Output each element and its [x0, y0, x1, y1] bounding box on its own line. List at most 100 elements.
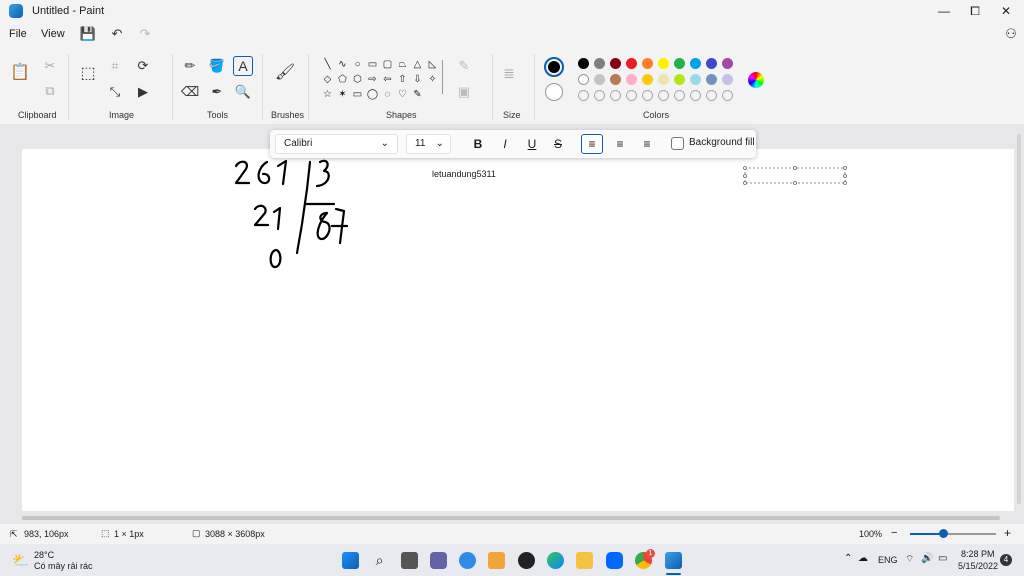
- shape-item[interactable]: ╲: [320, 57, 335, 71]
- underline-button[interactable]: U: [521, 134, 543, 154]
- color-swatch[interactable]: [674, 58, 685, 69]
- color-swatch[interactable]: [706, 74, 717, 85]
- align-right-button[interactable]: ≡: [636, 134, 658, 154]
- shape-item[interactable]: ☆: [320, 87, 335, 101]
- color-swatch[interactable]: [578, 58, 589, 69]
- shape-item[interactable]: ⬡: [350, 72, 365, 86]
- paint-taskbar-icon[interactable]: [665, 552, 682, 569]
- shape-item[interactable]: ∿: [335, 57, 350, 71]
- canvas-area[interactable]: letuandung5311: [0, 124, 1024, 524]
- custom-color-slot[interactable]: [578, 90, 589, 101]
- language-indicator[interactable]: ENG: [878, 555, 898, 565]
- resize-icon[interactable]: ⤡: [106, 83, 124, 101]
- chat-icon[interactable]: [430, 552, 447, 569]
- color-picker-icon[interactable]: ✒: [208, 83, 226, 101]
- zoom-in-icon[interactable]: +: [1004, 526, 1011, 540]
- custom-color-slot[interactable]: [658, 90, 669, 101]
- custom-color-slot[interactable]: [722, 90, 733, 101]
- crop-icon[interactable]: ⌗: [106, 57, 124, 75]
- cloud-icon[interactable]: ☁: [858, 553, 868, 564]
- edit-colors-icon[interactable]: [748, 72, 764, 88]
- shape-item[interactable]: ✎: [410, 87, 425, 101]
- brush-icon[interactable]: 🖌: [275, 63, 295, 81]
- shape-fill-icon[interactable]: ▣: [455, 83, 473, 101]
- shape-item[interactable]: ⇧: [395, 72, 410, 86]
- color-swatch[interactable]: [722, 58, 733, 69]
- color-swatch[interactable]: [594, 58, 605, 69]
- shape-item[interactable]: ⇩: [410, 72, 425, 86]
- drawing-canvas[interactable]: letuandung5311: [22, 149, 1014, 511]
- shape-item[interactable]: ✧: [425, 72, 440, 86]
- shape-item[interactable]: ◇: [320, 72, 335, 86]
- shape-item[interactable]: ○: [350, 57, 365, 71]
- eraser-icon[interactable]: ⌫: [181, 83, 199, 101]
- rotate-icon[interactable]: ⟳: [134, 57, 152, 75]
- shape-item[interactable]: ◌: [380, 87, 395, 101]
- zoom-slider-thumb[interactable]: [939, 529, 948, 538]
- zalo-icon[interactable]: [606, 552, 623, 569]
- color-swatch[interactable]: [690, 58, 701, 69]
- weather-icon[interactable]: ⛅: [12, 552, 29, 569]
- shape-item[interactable]: ▭: [350, 87, 365, 101]
- color-swatch[interactable]: [626, 58, 637, 69]
- shape-item[interactable]: ⬠: [335, 72, 350, 86]
- color-swatch[interactable]: [658, 74, 669, 85]
- shape-item[interactable]: ◺: [425, 57, 440, 71]
- align-center-button[interactable]: ≡: [609, 134, 631, 154]
- color-swatch[interactable]: [658, 58, 669, 69]
- flip-icon[interactable]: ▶: [134, 83, 152, 101]
- undo-icon[interactable]: ↶: [108, 25, 126, 43]
- color-swatch[interactable]: [610, 58, 621, 69]
- color-swatch[interactable]: [642, 74, 653, 85]
- shape-item[interactable]: △: [410, 57, 425, 71]
- app-icon[interactable]: [518, 552, 535, 569]
- chevron-up-icon[interactable]: ⌃: [844, 553, 852, 564]
- color-swatch[interactable]: [722, 74, 733, 85]
- shape-item[interactable]: ◯: [365, 87, 380, 101]
- align-left-button[interactable]: ≡: [581, 134, 603, 154]
- zoom-out-icon[interactable]: −: [891, 527, 897, 539]
- custom-color-slot[interactable]: [594, 90, 605, 101]
- italic-button[interactable]: I: [494, 134, 516, 154]
- custom-color-slot[interactable]: [642, 90, 653, 101]
- wifi-icon[interactable]: ⌔: [905, 553, 914, 566]
- vertical-scrollbar[interactable]: [1017, 134, 1021, 504]
- notification-badge[interactable]: 4: [1000, 554, 1012, 566]
- color-swatch[interactable]: [690, 74, 701, 85]
- clock-date[interactable]: 5/15/2022: [958, 561, 998, 571]
- text-tool-icon[interactable]: A: [233, 56, 253, 76]
- shape-item[interactable]: ⇨: [365, 72, 380, 86]
- color-swatch[interactable]: [626, 74, 637, 85]
- maximize-button[interactable]: ⧠: [961, 2, 989, 20]
- shape-item[interactable]: ▢: [380, 57, 395, 71]
- font-size-select[interactable]: 11 ⌄: [406, 134, 451, 154]
- shape-item[interactable]: ▭: [365, 57, 380, 71]
- outline-icon[interactable]: ✎: [455, 57, 473, 75]
- custom-color-slot[interactable]: [626, 90, 637, 101]
- color-swatch[interactable]: [610, 74, 621, 85]
- paste-icon[interactable]: 📋: [10, 63, 30, 81]
- clock-time[interactable]: 8:28 PM: [961, 549, 995, 559]
- volume-icon[interactable]: 🔊: [921, 553, 933, 564]
- color-swatch[interactable]: [594, 74, 605, 85]
- close-button[interactable]: ✕: [992, 2, 1020, 20]
- save-icon[interactable]: 💾: [79, 25, 97, 43]
- battery-icon[interactable]: ▭: [938, 553, 947, 564]
- color-swatch[interactable]: [578, 74, 589, 85]
- fill-icon[interactable]: 🪣: [208, 57, 226, 75]
- custom-color-slot[interactable]: [610, 90, 621, 101]
- shape-item[interactable]: ⇦: [380, 72, 395, 86]
- shape-item[interactable]: ♡: [395, 87, 410, 101]
- color-swatch[interactable]: [642, 58, 653, 69]
- share-icon[interactable]: ⚇: [1002, 25, 1020, 43]
- store-icon[interactable]: [488, 552, 505, 569]
- redo-icon[interactable]: ↷: [136, 25, 154, 43]
- pencil-icon[interactable]: ✏: [181, 57, 199, 75]
- shape-item[interactable]: ⏢: [395, 57, 410, 71]
- file-explorer-icon[interactable]: [576, 552, 593, 569]
- task-view-icon[interactable]: [401, 552, 418, 569]
- strikethrough-button[interactable]: S: [547, 134, 569, 154]
- shape-item[interactable]: ✶: [335, 87, 350, 101]
- custom-color-slot[interactable]: [690, 90, 701, 101]
- search-icon[interactable]: ⌕: [371, 552, 388, 569]
